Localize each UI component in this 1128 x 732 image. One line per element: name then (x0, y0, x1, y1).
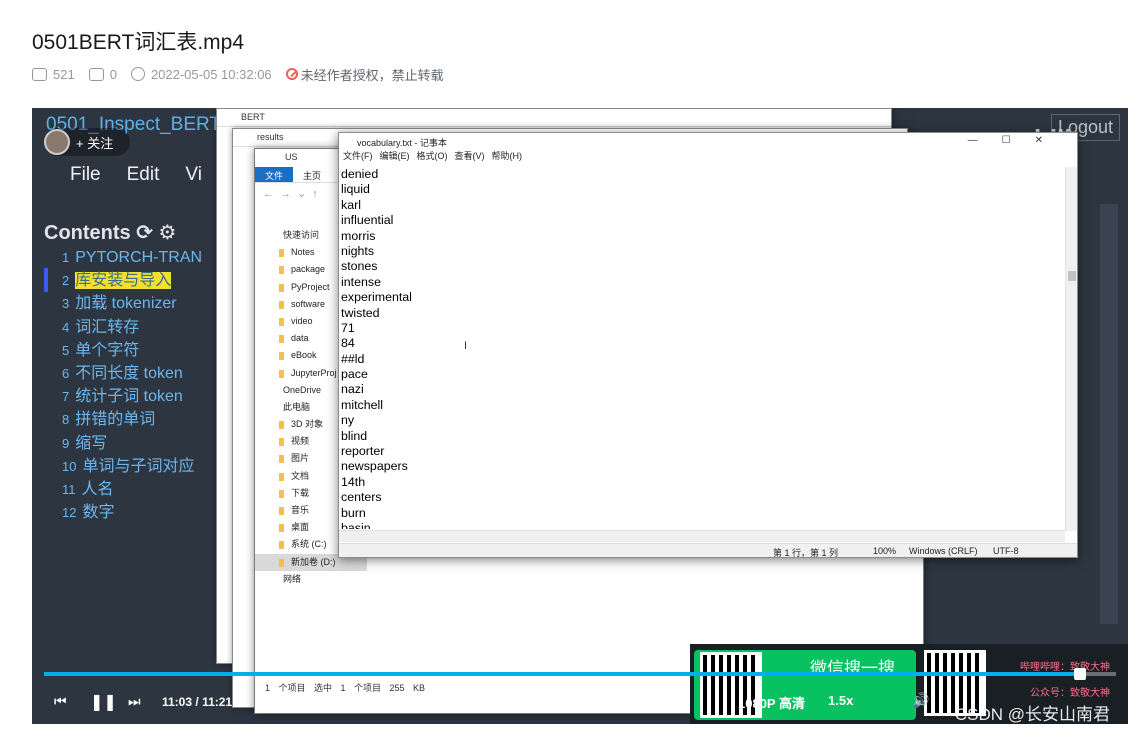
toc-item: 3 加载 tokenizer (62, 295, 177, 313)
vocab-line: burn (341, 505, 366, 520)
volume-icon[interactable]: 🔊 (912, 692, 929, 709)
vocab-line: basin (341, 520, 371, 529)
jupyter-menu: File Edit Vi (70, 164, 202, 186)
notepad-statusbar: 第 1 行，第 1 列 100% Windows (CRLF) UTF-8 (339, 543, 1077, 558)
vocab-line: mitchell (341, 397, 383, 412)
next-icon[interactable]: ⏭ (128, 693, 141, 710)
avatar (44, 129, 70, 155)
notepad-menubar: 文件(F) 编辑(E) 格式(O) 查看(V) 帮助(H) (339, 149, 1077, 163)
toc-item: 2 库安装与导入 (62, 272, 172, 290)
vocab-line: ny (341, 413, 355, 428)
vocab-line: denied (341, 167, 379, 181)
window-controls: —☐✕ (967, 135, 1067, 146)
vocab-line: blind (341, 428, 368, 443)
scroll-strip (1100, 204, 1118, 624)
toc-item: 9 缩写 (62, 434, 108, 452)
toc-item: 8 拼错的单词 (62, 411, 156, 429)
menu-item: 文件(F) (343, 151, 373, 161)
network: 网络 (283, 573, 302, 584)
text-cursor-icon: I (464, 340, 468, 352)
play-count: 521 (53, 66, 75, 82)
progress-fill (44, 672, 1080, 676)
toc-item: 5 单个字符 (62, 341, 140, 359)
tab-home: 主页 (303, 171, 322, 181)
vocab-line: reporter (341, 444, 385, 459)
video-meta: 521 0 2022-05-05 10:32:06 未经作者授权，禁止转载 (32, 66, 444, 83)
vocab-line: liquid (341, 182, 370, 197)
clock-icon (130, 67, 145, 81)
vocab-line: 84 (341, 336, 355, 351)
toc-item: 12 数字 (62, 504, 115, 522)
notepad-window: vocabulary.txt - 记事本 —☐✕ 文件(F) 编辑(E) 格式(O… (338, 132, 1078, 558)
menu-item: 帮助(H) (491, 151, 523, 161)
progress-bar[interactable] (44, 668, 1116, 680)
toc-item: 6 不同长度 token (62, 364, 183, 382)
vocab-line: influential (341, 213, 394, 228)
csdn-watermark: CSDN @长安山南君 (954, 705, 1110, 724)
tab-file: 文件 (255, 167, 294, 182)
menu-item: 查看(V) (454, 151, 485, 161)
uploader-follow[interactable]: + 关注 (44, 128, 130, 156)
repost-notice: 未经作者授权，禁止转载 (300, 67, 444, 83)
menu-item: 格式(O) (416, 151, 448, 161)
notepad-text: denied liquid karl influential morris nights s… (341, 167, 1065, 529)
toc-item: 11 人名 (62, 480, 114, 498)
vocab-line: centers (341, 490, 382, 505)
play-count-icon (32, 67, 47, 81)
vocab-line: karl (341, 197, 361, 212)
vocab-line: stones (341, 259, 378, 274)
toc-item: 7 统计子词 token (62, 388, 183, 406)
menu-file: File (70, 164, 101, 185)
time-display: 11:03 / 11:21 (162, 695, 233, 709)
danmaku-icon (88, 67, 104, 81)
horizontal-scrollbar (339, 530, 1065, 542)
ad-label: 哔哩哔哩：致敬大神 (1020, 662, 1110, 673)
vocab-line: 14th (341, 474, 366, 489)
toc-item: 10 单词与子词对应 (62, 457, 195, 475)
vocab-line: newspapers (341, 459, 408, 474)
prev-icon[interactable]: ⏮ (54, 693, 67, 710)
vocab-line: intense (341, 274, 381, 289)
vocab-line: morris (341, 228, 376, 243)
video-title: 0501BERT词汇表.mp4 (32, 31, 245, 54)
vocab-line: experimental (341, 290, 412, 305)
pause-icon[interactable]: ❚❚ (90, 692, 117, 712)
jupyter-panel: 0501_Inspect_BERT File Edit Vi Contents … (32, 108, 232, 724)
selection-bar (44, 268, 48, 292)
menu-view: Vi (185, 164, 202, 185)
vocab-line: twisted (341, 305, 380, 320)
publish-date: 2022-05-05 10:32:06 (150, 66, 272, 82)
video-player[interactable]: 0501_Inspect_BERT File Edit Vi Contents … (32, 108, 1128, 724)
menu-edit: Edit (126, 164, 160, 185)
vocab-line: ##ld (341, 351, 365, 366)
vocab-line: pace (341, 367, 368, 382)
notepad-titlebar: vocabulary.txt - 记事本 —☐✕ (357, 135, 1067, 148)
toc-list: 1 PYTORCH-TRAN 2 库安装与导入 3 加载 tokenizer 4 词汇转… (62, 246, 202, 524)
vocab-line: 71 (341, 320, 355, 335)
vocab-line: nazi (341, 382, 364, 397)
progress-handle[interactable] (1074, 668, 1086, 680)
no-repost-icon (285, 68, 298, 80)
vertical-scrollbar (1065, 167, 1077, 531)
contents-heading: Contents ⟳ ⚙ (44, 222, 177, 244)
quality-button[interactable]: 1080P 高清 (738, 693, 805, 712)
speed-button[interactable]: 1.5x (828, 693, 853, 708)
menu-item: 编辑(E) (379, 151, 410, 161)
toc-item: 4 词汇转存 (62, 318, 140, 336)
follow-button[interactable]: + 关注 (76, 133, 113, 152)
toc-item: 1 PYTORCH-TRAN (62, 249, 203, 266)
danmaku-count: 0 (109, 66, 117, 82)
vocab-line: nights (341, 243, 375, 258)
